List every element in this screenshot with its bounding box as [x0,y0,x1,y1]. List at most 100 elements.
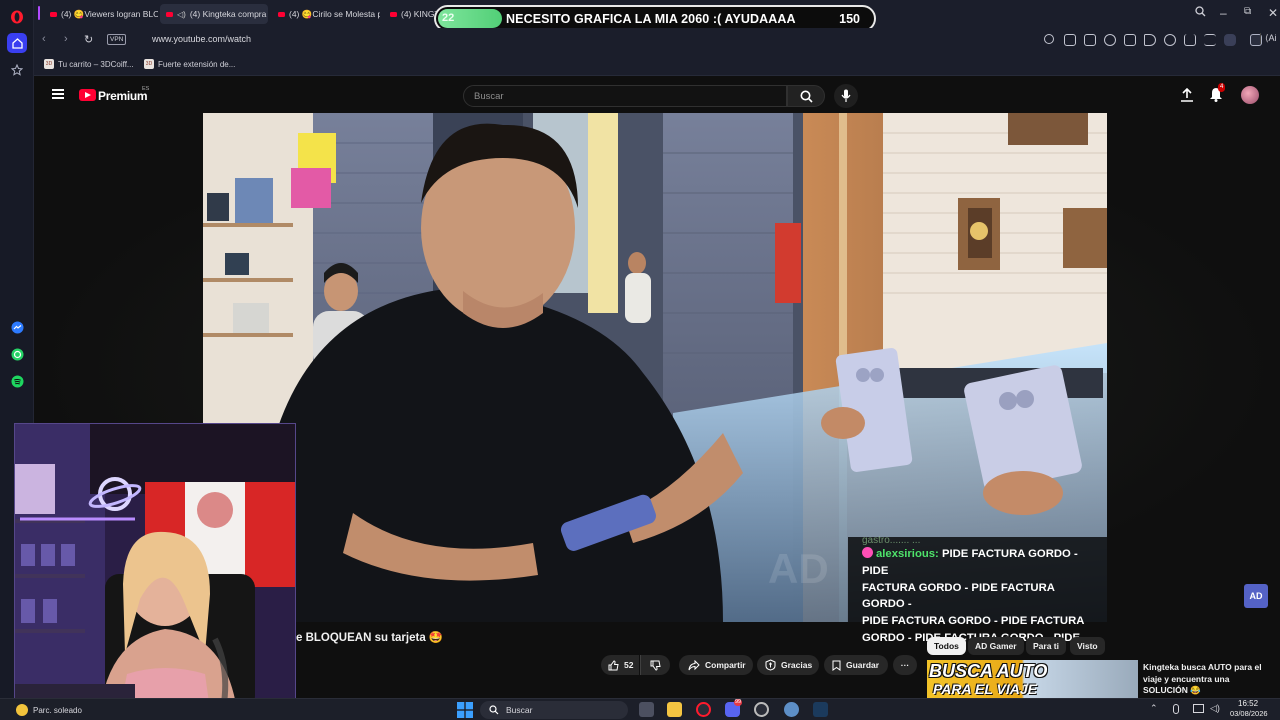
search-button[interactable] [787,85,825,107]
restore-icon[interactable]: ⧉ [1244,6,1251,17]
microphone-icon [841,89,851,102]
steam-icon[interactable] [813,702,828,717]
discord-icon-wrap[interactable]: 99 [725,699,743,717]
star-icon[interactable] [7,60,27,80]
like-button[interactable]: 52 [601,655,639,675]
chat-badge-icon [862,547,873,558]
bookmark-extension[interactable]: 3D Fuerte extensión de... [144,59,235,69]
task-view-icon[interactable] [639,702,654,717]
thumbs-down-icon [650,660,661,671]
tab-label: (4) Kingteka compra 2 [189,9,268,19]
youtube-logo-icon[interactable] [79,89,96,101]
upload-icon[interactable] [1180,88,1194,102]
thumbnail-text: PARA EL VIAJE [933,681,1037,697]
url-field[interactable]: www.youtube.com/watch [152,34,251,44]
windows-start-icon[interactable] [457,702,473,718]
recommended-title-line: Kingteka busca AUTO para el [1143,662,1262,672]
clock-time[interactable]: 16:52 [1238,699,1258,708]
recommended-title-line: SOLUCIÓN 😂 [1143,685,1201,695]
save-button[interactable]: Guardar [824,655,888,675]
windows-taskbar: Parc. soleado Buscar 99 ⌃ ◁) 16:52 03/08… [0,698,1280,720]
ai-label: Ai [1268,33,1277,43]
share-button[interactable]: Compartir [679,655,753,675]
address-bar: ‹ › ↻ VPN www.youtube.com/watch ⟨Ai [34,28,1280,54]
channel-watermark-badge[interactable]: AD [1244,584,1268,608]
share-icon [688,659,700,670]
recommended-title-line: viaje y encuentra una [1143,673,1230,684]
thanks-label: Gracias [781,660,813,670]
opera-taskbar-icon[interactable] [696,702,711,717]
close-icon[interactable]: ✕ [1268,6,1278,20]
country-code: ES [142,86,150,92]
dislike-button[interactable] [640,655,670,675]
chip-para-ti[interactable]: Para ti [1026,637,1066,655]
shield-icon[interactable] [1104,34,1116,46]
messenger-icon[interactable] [7,317,27,337]
edit-icon[interactable] [1064,34,1076,46]
notification-count: 4 [1218,83,1226,92]
camera-icon[interactable] [1084,34,1096,46]
file-explorer-icon[interactable] [667,702,682,717]
voice-search-button[interactable] [834,84,858,108]
play-icon[interactable] [1144,34,1156,46]
vpn-badge[interactable]: VPN [107,34,127,45]
download-icon[interactable] [1184,34,1196,46]
whatsapp-icon[interactable] [7,344,27,364]
youtube-favicon-icon [166,11,173,17]
streamer-webcam [14,423,296,709]
opera-logo-icon[interactable] [7,7,27,27]
tab-kingt[interactable]: (4) KINGT [384,4,436,24]
thanks-button[interactable]: Gracias [757,655,819,675]
recommended-title[interactable]: Kingteka busca AUTO para el viaje y encu… [1143,662,1273,698]
wallet-icon[interactable] [1124,34,1136,46]
tab-kingteka[interactable]: ◁) (4) Kingteka compra 2 [160,4,268,24]
tab-viewers[interactable]: (4) 😋Viewers logran BLO [44,4,158,24]
back-icon[interactable]: ‹ [42,33,46,45]
chip-ad-gamer[interactable]: AD Gamer [968,637,1024,655]
tab-cirilo[interactable]: (4) 😋Cirilo se Molesta po [272,4,380,24]
minimize-icon[interactable]: – [1220,6,1227,20]
search-page-icon[interactable] [1044,34,1054,44]
recommended-thumbnail[interactable]: BUSCA AUTO PARA EL VIAJE [927,660,1138,698]
weather-label[interactable]: Parc. soleado [33,706,82,715]
chat-text-line: PIDE FACTURA GORDO - PIDE FACTURA [862,615,1085,628]
obs-icon[interactable] [754,702,769,717]
tab-search-icon[interactable] [1195,6,1206,20]
avatar[interactable] [1241,86,1259,104]
profile-icon[interactable] [1224,34,1236,46]
bookmark-cart[interactable]: 3D Tu carrito – 3DCoiff... [44,59,134,69]
volume-icon[interactable]: ◁) [1210,703,1220,714]
share-label: Compartir [705,660,746,670]
heart-icon[interactable] [1164,34,1176,46]
thumbnail-text: BUSCA AUTO [929,661,1048,681]
network-icon[interactable] [1193,704,1204,713]
youtube-favicon-icon [278,11,285,17]
hamburger-menu-icon[interactable] [52,89,64,99]
spotify-icon[interactable] [7,371,27,391]
taskbar-search-label: Buscar [506,705,533,715]
chat-message: alexsirious: PIDE FACTURA GORDO - PIDE [862,546,1097,580]
settings-icon[interactable] [784,702,799,717]
clock-date[interactable]: 03/08/2026 [1230,709,1268,718]
weather-icon[interactable] [16,704,28,716]
youtube-premium-label[interactable]: Premium [98,89,148,103]
taskbar-search[interactable]: Buscar [480,701,628,719]
menu-icon[interactable] [1204,34,1216,46]
stream-chat-overlay: gastro....... ... alexsirious: PIDE FACT… [848,535,1107,644]
ai-button[interactable]: ⟨Ai [1260,33,1277,44]
home-icon[interactable] [7,33,27,53]
discord-badge: 99 [734,699,743,706]
bookmarks-bar: 3D Tu carrito – 3DCoiff... 3D Fuerte ext… [34,54,1280,76]
microphone-tray-icon[interactable] [1173,704,1179,714]
tray-chevron-icon[interactable]: ⌃ [1150,703,1158,714]
search-input[interactable]: Buscar [463,85,787,107]
chip-todos[interactable]: Todos [927,637,966,655]
forward-icon[interactable]: › [64,33,68,45]
reload-icon[interactable]: ↻ [84,33,93,46]
video-title: e BLOQUEAN su tarjeta 🤩 [296,632,444,644]
chip-visto[interactable]: Visto [1070,637,1105,655]
more-actions-button[interactable]: ··· [893,655,917,675]
save-label: Guardar [846,660,880,670]
notifications-button[interactable]: 4 [1209,83,1226,103]
more-icon: ··· [900,660,910,670]
